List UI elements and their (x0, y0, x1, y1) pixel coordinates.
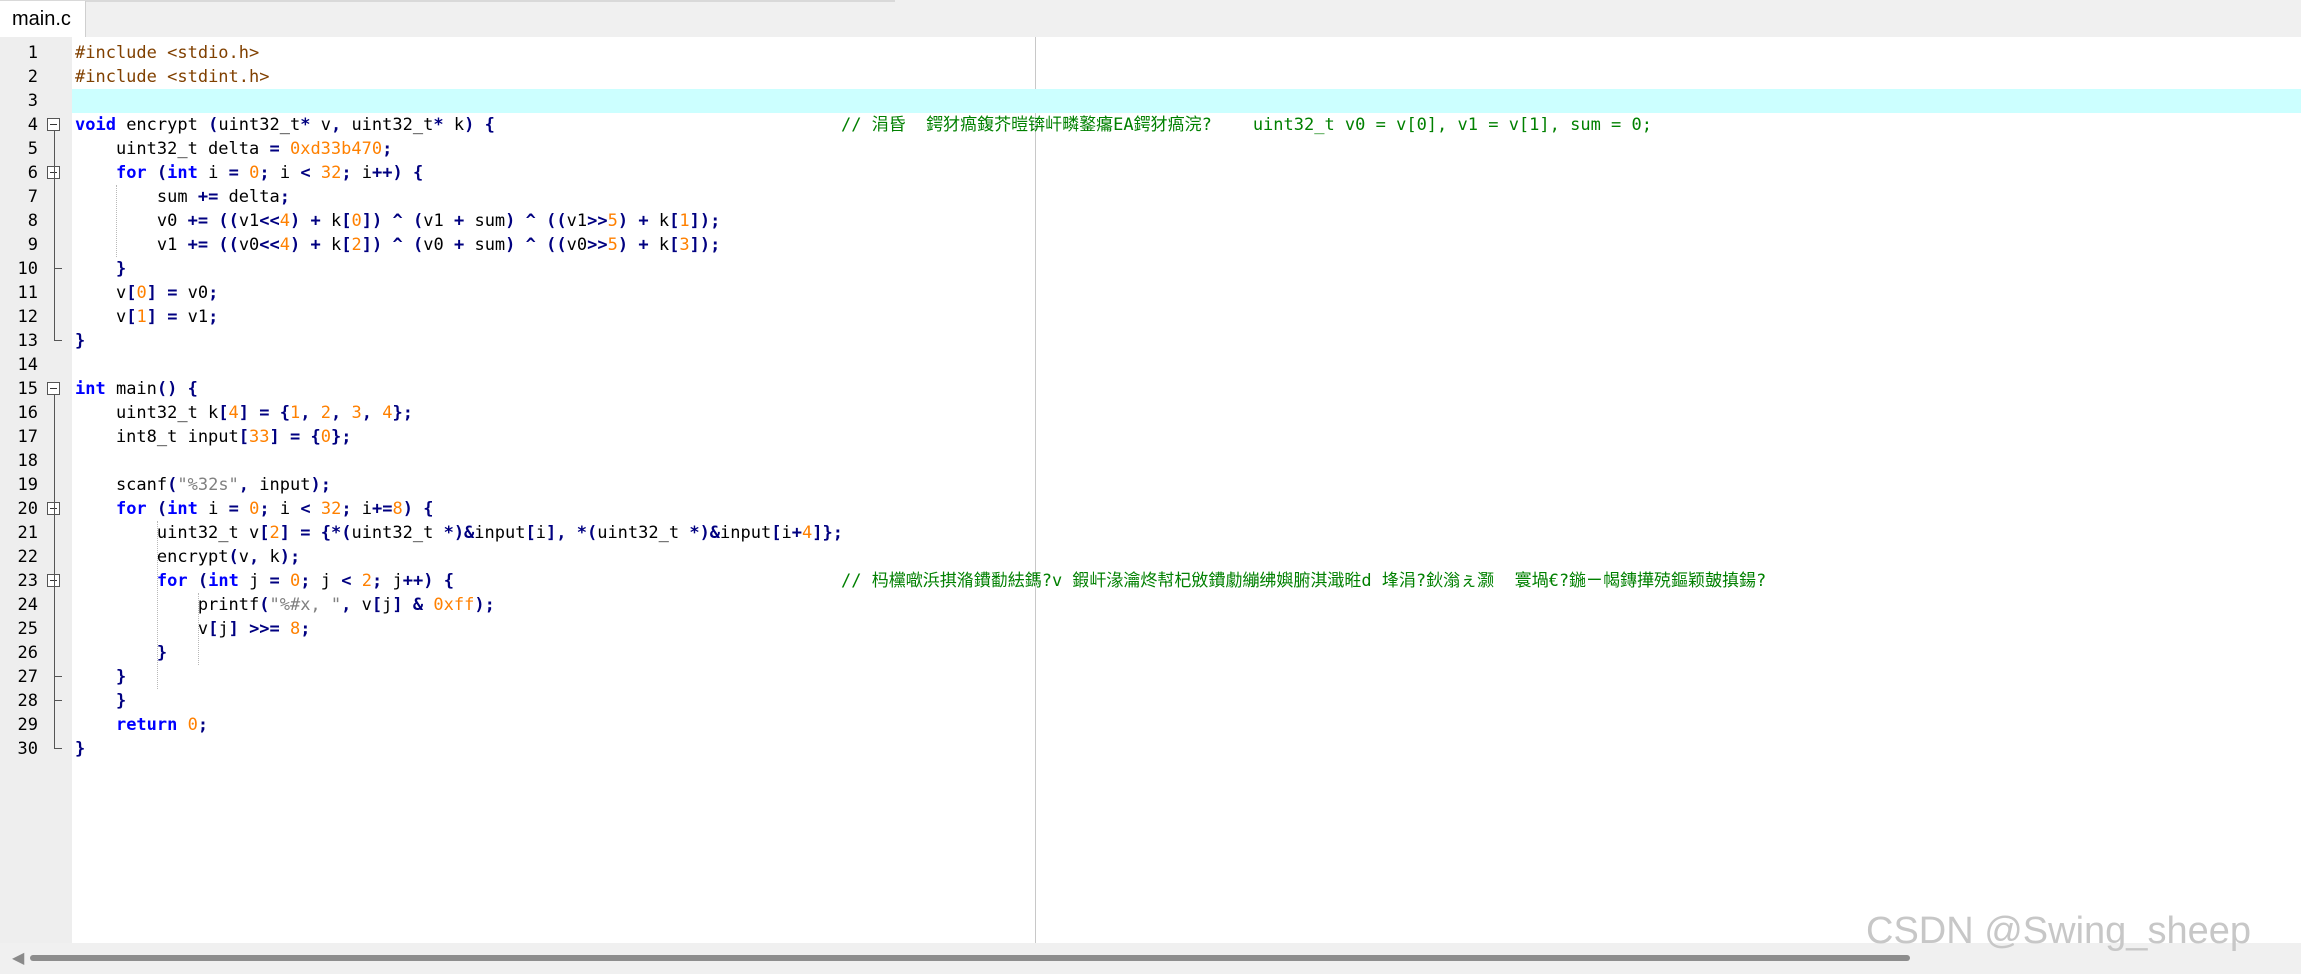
code-line: } (75, 739, 86, 759)
code-line: uint32_t delta = 0xd33b470; (75, 139, 393, 159)
fold-line (54, 587, 55, 677)
code-line: scanf("%32s", input); (75, 475, 331, 495)
line-number: 2 (27, 67, 38, 87)
line-number: 10 (17, 259, 38, 279)
code-line: return 0; (115, 715, 209, 735)
code-line: encrypt(v, k); (75, 547, 301, 567)
code-line: } (156, 643, 168, 663)
indent-guide (197, 593, 199, 665)
indent-guide (115, 185, 117, 257)
line-number: 26 (17, 643, 38, 663)
line-number: 14 (17, 355, 38, 375)
fold-collapse-icon[interactable] (47, 118, 60, 131)
line-number-gutter: 1 2 3 4 5 6 7 8 9 10 11 12 13 14 15 16 17 18 19 20 21 22 23 24 2… (0, 37, 72, 943)
line-number: 22 (17, 547, 38, 567)
line-number: 23 (17, 571, 38, 591)
scrollbar-thumb[interactable] (30, 955, 1910, 961)
code-line: #include <stdint.h> (75, 67, 270, 87)
line-number: 5 (27, 139, 38, 159)
line-number: 16 (17, 403, 38, 423)
code-line: printf("%#x, ", v[j] & 0xff); (75, 595, 495, 615)
code-line: for (int i = 0; i < 32; i++) { (115, 163, 424, 183)
line-number: 25 (17, 619, 38, 639)
line-number: 15 (17, 379, 38, 399)
code-line: uint32_t v[2] = {*(uint32_t *)&input[i],… (75, 523, 843, 543)
tab-bar: main.c (0, 0, 2301, 37)
current-line-highlight (72, 89, 2301, 113)
line-number: 8 (27, 211, 38, 231)
line-number: 4 (27, 115, 38, 135)
line-number: 17 (17, 427, 38, 447)
line-number: 3 (27, 91, 38, 111)
tab-bar-border (0, 0, 895, 2)
edge-column-line (1035, 37, 1036, 943)
line-number: 11 (17, 283, 38, 303)
code-line: v[0] = v0; (75, 283, 219, 303)
line-number: 21 (17, 523, 38, 543)
code-line: v0 += ((v1<<4) + k[0]) ^ (v1 + sum) ^ ((… (75, 211, 721, 231)
fold-end-tick (54, 748, 62, 749)
code-line: void encrypt (uint32_t* v, uint32_t* k) … (75, 115, 495, 135)
line-number: 20 (17, 499, 38, 519)
fold-end-tick (54, 268, 62, 269)
code-line: #include <stdio.h> (75, 43, 260, 63)
line-number: 19 (17, 475, 38, 495)
fold-end-tick (54, 676, 62, 677)
line-number: 27 (17, 667, 38, 687)
code-line: } (115, 259, 127, 279)
code-line: for (int i = 0; i < 32; i+=8) { (115, 499, 434, 519)
line-number: 24 (17, 595, 38, 615)
line-number: 28 (17, 691, 38, 711)
code-line: v[j] >>= 8; (75, 619, 311, 639)
line-number: 6 (27, 163, 38, 183)
fold-collapse-icon[interactable] (47, 382, 60, 395)
line-number: 30 (17, 739, 38, 759)
line-number: 29 (17, 715, 38, 735)
code-line: } (115, 667, 127, 687)
fold-end-tick (54, 700, 62, 701)
line-number: 13 (17, 331, 38, 351)
code-comment: // 涓昏 鍔犲瘑鍑芥暟锛屽疄鐜癟EA鍔犲瘑浣? uint32_t v0 = v… (841, 115, 1652, 135)
tab-main-c[interactable]: main.c (0, 1, 86, 37)
watermark: CSDN @Swing_sheep (1866, 910, 2251, 952)
code-line: v1 += ((v0<<4) + k[2]) ^ (v0 + sum) ^ ((… (75, 235, 721, 255)
line-number: 1 (27, 43, 38, 63)
code-comment: // 杩欓噷浜掑潃鐨勫紶鎷?v 鍜屽湪瀹炵幇杞敓鐨勮繃绋嬩腑淇濈暀d 埄涓?鈥滃… (841, 571, 1767, 591)
code-editor[interactable]: 1 2 3 4 5 6 7 8 9 10 11 12 13 14 15 16 17 18 19 20 21 22 23 24 2… (0, 37, 2301, 943)
code-line: int main() { (75, 379, 198, 399)
indent-guide (156, 521, 158, 689)
line-number: 7 (27, 187, 38, 207)
code-line: v[1] = v1; (75, 307, 219, 327)
code-line: } (115, 691, 127, 711)
code-line: sum += delta; (75, 187, 290, 207)
code-line: for (int j = 0; j < 2; j++) { (156, 571, 454, 591)
fold-line (54, 179, 55, 269)
line-number: 18 (17, 451, 38, 471)
scroll-left-arrow-icon[interactable]: ◀ (12, 949, 24, 969)
line-number: 12 (17, 307, 38, 327)
code-line: uint32_t k[4] = {1, 2, 3, 4}; (75, 403, 414, 423)
code-line: } (75, 331, 86, 351)
fold-end-tick (54, 340, 62, 341)
code-line: int8_t input[33] = {0}; (75, 427, 352, 447)
line-number: 9 (27, 235, 38, 255)
